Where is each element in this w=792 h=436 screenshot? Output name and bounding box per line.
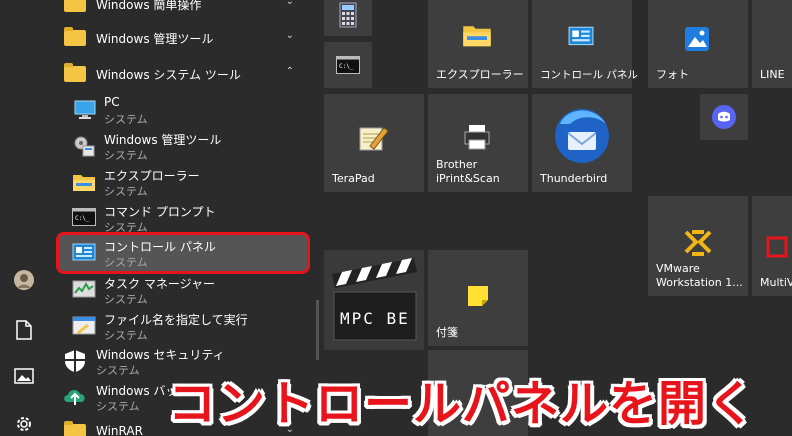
sticky-note-icon <box>468 286 488 306</box>
tile-label: MultiV <box>760 276 792 289</box>
command-prompt-icon: C:\_ <box>72 208 96 226</box>
tile-label: 付箋 <box>436 326 458 339</box>
tile-label: Brother iPrint&Scan <box>436 158 500 185</box>
folder-icon <box>64 27 86 46</box>
chevron-down-icon[interactable]: ⌄ <box>286 30 294 41</box>
run-dialog-icon <box>72 316 96 336</box>
scrollbar[interactable] <box>316 300 319 360</box>
vmware-icon <box>684 230 712 256</box>
caption-overlay: コントロールパネルを開く <box>168 362 792 436</box>
app-subtitle: システム <box>104 293 148 306</box>
user-avatar[interactable] <box>12 268 36 292</box>
caption-text: コントロールパネルを開く <box>168 376 757 432</box>
app-title: Windows 管理ツール <box>104 133 222 147</box>
app-item-control-panel[interactable]: コントロール パネル システム <box>48 237 312 271</box>
app-item-task-manager[interactable]: タスク マネージャー システム <box>48 274 312 308</box>
tile-control-panel[interactable]: コントロール パネル <box>532 0 638 88</box>
chevron-down-icon[interactable]: ⌄ <box>286 0 294 7</box>
photos-icon <box>685 27 709 51</box>
calculator-icon <box>339 2 357 28</box>
tile-thunderbird[interactable]: Thunderbird <box>532 94 632 192</box>
tile-calculator[interactable] <box>324 0 372 36</box>
app-subtitle: システム <box>104 149 148 162</box>
app-item-command-prompt[interactable]: C:\_ コマンド プロンプト システム <box>48 202 312 236</box>
tile-label: Thunderbird <box>540 172 608 185</box>
settings-gear-icon[interactable] <box>12 412 36 436</box>
app-title: Windows バッ <box>96 384 178 398</box>
app-item-pc[interactable]: PC システム <box>48 94 312 128</box>
start-rail <box>0 0 48 436</box>
file-explorer-icon <box>72 172 96 192</box>
admin-tools-icon <box>72 134 96 158</box>
chevron-up-icon[interactable]: ⌃ <box>286 66 294 77</box>
tile-photos[interactable]: フォト <box>648 0 748 88</box>
control-panel-icon <box>568 26 594 46</box>
app-title: WinRAR <box>96 424 143 436</box>
thunderbird-icon <box>555 109 609 163</box>
tile-vmware[interactable]: VMware Workstation 1... <box>648 196 748 296</box>
tile-line[interactable]: LINE <box>752 0 792 88</box>
svg-text:C:\_: C:\_ <box>339 63 354 70</box>
app-item-run[interactable]: ファイル名を指定して実行 システム <box>48 310 312 344</box>
app-subtitle: システム <box>96 364 140 377</box>
svg-text:C:\_: C:\_ <box>75 215 90 222</box>
tile-label: VMware Workstation 1... <box>656 262 743 289</box>
folder-icon <box>64 421 86 436</box>
printer-icon <box>464 125 490 150</box>
app-title: ファイル名を指定して実行 <box>104 313 248 327</box>
tile-label: LINE <box>760 68 785 81</box>
app-subtitle: システム <box>104 329 148 342</box>
app-folder-ease-of-access[interactable]: Windows 簡単操作 ⌄ <box>48 0 312 14</box>
app-title: Windows システム ツール <box>96 68 241 82</box>
shield-icon <box>64 349 86 373</box>
app-title: Windows セキュリティ <box>96 348 225 362</box>
file-explorer-icon <box>463 26 491 47</box>
app-item-explorer[interactable]: エクスプローラー システム <box>48 166 312 200</box>
app-item-admin-tools[interactable]: Windows 管理ツール システム <box>48 130 312 164</box>
tile-mpc-be[interactable]: MPC BE <box>324 250 424 350</box>
tile-label: フォト <box>656 68 689 81</box>
tile-command-prompt[interactable]: C:\_ <box>324 42 372 88</box>
command-prompt-icon: C:\_ <box>336 56 360 74</box>
pictures-icon[interactable] <box>12 364 36 388</box>
app-title: Windows 管理ツール <box>96 32 214 46</box>
app-subtitle: システム <box>104 185 148 198</box>
tile-terapad[interactable]: TeraPad <box>324 94 424 192</box>
app-title: エクスプローラー <box>104 169 200 183</box>
clapperboard-icon <box>332 258 417 341</box>
multiview-icon <box>766 236 788 258</box>
tile-brother-iprint-scan[interactable]: Brother iPrint&Scan <box>428 94 528 192</box>
tile-label: TeraPad <box>332 172 375 185</box>
discord-icon <box>712 105 736 129</box>
tile-explorer[interactable]: エクスプローラー <box>428 0 528 88</box>
folder-icon <box>64 63 86 82</box>
app-title: Windows 簡単操作 <box>96 0 202 12</box>
app-subtitle: システム <box>104 256 148 269</box>
folder-icon <box>64 0 86 12</box>
app-subtitle: システム <box>104 113 148 126</box>
control-panel-icon <box>72 243 96 263</box>
tile-label: コントロール パネル <box>540 69 638 81</box>
terapad-icon <box>359 127 389 151</box>
task-manager-icon <box>72 280 96 300</box>
tile-sticky-notes[interactable]: 付箋 <box>428 250 528 346</box>
tile-label: MPC BE <box>340 309 410 328</box>
app-title: コマンド プロンプト <box>104 205 216 219</box>
tile-discord[interactable] <box>700 94 748 140</box>
app-folder-system-tools[interactable]: Windows システム ツール ⌃ <box>48 62 312 86</box>
app-title: コントロール パネル <box>104 240 216 254</box>
tile-multiview[interactable]: MultiV <box>752 196 792 296</box>
pc-icon <box>74 100 96 120</box>
app-title: タスク マネージャー <box>104 277 215 291</box>
documents-icon[interactable] <box>12 318 36 342</box>
backup-cloud-icon <box>62 385 88 407</box>
app-subtitle: システム <box>96 400 140 413</box>
tile-label: エクスプローラー <box>436 68 524 81</box>
app-folder-admin-tools[interactable]: Windows 管理ツール ⌄ <box>48 26 312 50</box>
app-title: PC <box>104 95 120 109</box>
